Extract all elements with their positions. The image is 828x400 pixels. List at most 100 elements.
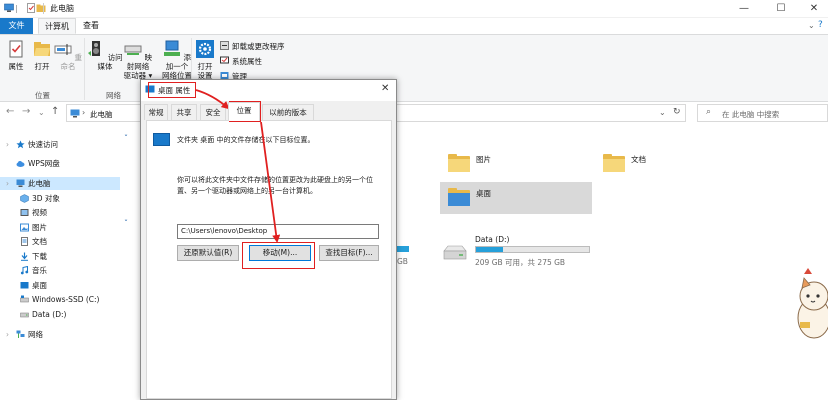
network-icon — [16, 330, 25, 338]
add-network-location-button[interactable]: 添加一个 网络位置 — [160, 40, 194, 80]
drive-usage-fill — [476, 247, 504, 252]
window-title: 此电脑 — [50, 4, 74, 13]
sidebar-item-windows-ssd[interactable]: Windows-SSD (C:) — [0, 293, 120, 306]
address-dropdown-icon[interactable]: ⌄ — [659, 108, 666, 117]
sidebar-item-label: 图片 — [32, 223, 47, 232]
search-box[interactable]: ⌕ 在 此电脑 中搜索 — [697, 104, 828, 122]
music-note-icon — [20, 266, 29, 275]
mascot-cat-image — [797, 268, 828, 339]
map-network-drive-button[interactable]: 映射网络 驱动器 ▾ — [121, 40, 155, 80]
computer-icon — [70, 109, 80, 118]
sidebar-item-network[interactable]: › 网络 — [0, 328, 120, 341]
tab-security[interactable]: 安全 — [200, 104, 226, 120]
sidebar-item-label: 视频 — [32, 208, 47, 217]
access-media-button[interactable]: 访问媒体 — [87, 40, 123, 71]
sidebar-item-label: 音乐 — [32, 266, 47, 275]
uninstall-programs-button[interactable]: 卸载或更改程序 — [220, 41, 285, 52]
sidebar-item-music[interactable]: 音乐 — [0, 264, 120, 277]
folder-label: 文档 — [631, 155, 646, 164]
refresh-icon[interactable]: ↻ — [673, 107, 681, 117]
up-arrow-icon[interactable]: ↑ — [51, 106, 59, 117]
system-properties-button[interactable]: 系统属性 — [220, 56, 262, 67]
minimize-button[interactable]: — — [730, 0, 758, 18]
drive-name: Data (D:) — [475, 235, 510, 244]
close-button[interactable]: ✕ — [800, 0, 828, 18]
sidebar-item-videos[interactable]: 视频 — [0, 206, 120, 219]
group-collapse-icon[interactable]: ˇ — [124, 134, 128, 143]
open-settings-button[interactable]: 打开 设置 — [194, 40, 216, 80]
folder-icon — [603, 154, 625, 172]
computer-icon — [4, 3, 14, 12]
dialog-close-button[interactable]: ✕ — [381, 83, 389, 94]
annotation-box-dialog-title — [148, 82, 196, 98]
uninstall-label: 卸载或更改程序 — [232, 42, 285, 51]
tab-previous-versions[interactable]: 以前的版本 — [262, 104, 314, 120]
tab-view[interactable]: 查看 — [78, 18, 104, 34]
drive-space-partial: GB — [397, 257, 408, 266]
properties-button[interactable]: 属性 — [4, 40, 28, 71]
sidebar-item-this-pc[interactable]: › 此电脑 — [0, 177, 120, 190]
desktop-properties-dialog: 桌面 属性 ✕ 常规 共享 安全 位置 以前的版本 文件夹 桌面 中的文件存储在… — [140, 79, 397, 400]
back-arrow-icon[interactable]: ← — [6, 106, 14, 117]
forward-arrow-icon[interactable]: → — [22, 106, 30, 117]
sidebar-item-desktop[interactable]: 桌面 — [0, 279, 120, 292]
tab-sharing[interactable]: 共享 — [171, 104, 197, 120]
folder-item-documents[interactable]: 文档 — [595, 150, 745, 180]
title-separator — [43, 3, 44, 14]
ribbon: 属性 打开 重命名 位置 访问媒体 映射网络 驱动器 ▾ 添加一个 网络位置 网… — [0, 34, 828, 102]
sidebar-item-data-drive[interactable]: Data (D:) — [0, 308, 120, 321]
folder-item-pictures[interactable]: 图片 — [440, 150, 590, 180]
collapse-chevron-icon[interactable]: › — [6, 138, 9, 151]
title-bar: | 此电脑 — ☐ ✕ — [0, 0, 828, 18]
desktop-icon — [20, 282, 29, 289]
properties-quick-icon[interactable] — [26, 3, 36, 13]
tab-general[interactable]: 常规 — [144, 104, 168, 120]
find-target-button[interactable]: 查找目标(F)... — [319, 245, 379, 261]
sidebar-item-label: 网络 — [28, 330, 43, 339]
location-path-input[interactable]: C:\Users\lenovo\Desktop — [177, 224, 379, 239]
help-icon[interactable]: ? — [818, 20, 823, 30]
tab-file[interactable]: 文件 — [0, 18, 33, 34]
sidebar-item-3d-objects[interactable]: 3D 对象 — [0, 192, 120, 205]
sidebar-item-downloads[interactable]: 下载 — [0, 250, 120, 263]
sidebar-item-pictures[interactable]: 图片 — [0, 221, 120, 234]
sidebar-item-documents[interactable]: 文档 — [0, 235, 120, 248]
group-collapse-icon[interactable]: ˇ — [124, 219, 128, 228]
drive-icon — [20, 295, 29, 303]
drive-space-text: 209 GB 可用，共 275 GB — [475, 258, 566, 267]
tab-computer[interactable]: 计算机 — [38, 18, 76, 34]
sidebar-item-wps-cloud[interactable]: WPS网盘 — [0, 157, 120, 170]
folder-item-desktop[interactable]: 桌面 — [440, 182, 592, 214]
desktop-icon — [153, 133, 170, 146]
breadcrumb-path[interactable]: 此电脑 — [90, 109, 113, 120]
ribbon-expand-icon[interactable]: ⌄ — [808, 21, 815, 30]
annotation-box-move-button — [242, 242, 315, 269]
recent-dropdown-icon[interactable]: ⌄ — [38, 108, 45, 117]
sidebar-item-label: Data (D:) — [32, 310, 67, 319]
quick-access-dropdown-icon[interactable]: | — [15, 4, 18, 13]
properties-icon — [9, 40, 23, 58]
properties-label: 属性 — [8, 62, 24, 71]
ribbon-separator — [84, 38, 85, 100]
tab-location[interactable]: 位置 — [228, 102, 260, 121]
new-folder-quick-icon[interactable] — [36, 3, 46, 13]
collapse-chevron-icon[interactable]: › — [6, 177, 9, 190]
sidebar-item-label: 3D 对象 — [32, 194, 60, 203]
open-button[interactable]: 打开 — [30, 40, 54, 71]
maximize-button[interactable]: ☐ — [767, 0, 795, 18]
network-group-label: 网络 — [106, 91, 121, 100]
sidebar-item-quick-access[interactable]: › 快速访问 — [0, 138, 120, 151]
rename-button[interactable]: 重命名 — [54, 40, 82, 71]
cloud-icon — [16, 161, 25, 167]
navigation-bar: ← → ⌄ ↑ › 此电脑 ⌄ ↻ ⌕ 在 此电脑 中搜索 — [0, 102, 828, 124]
collapse-chevron-icon[interactable]: › — [6, 328, 9, 341]
open-label: 打开 — [34, 62, 50, 71]
breadcrumb-chevron-icon[interactable]: › — [82, 108, 85, 117]
ribbon-tab-bar: 文件 计算机 查看 ⌄ ? — [0, 18, 828, 34]
rename-icon — [54, 44, 72, 55]
drive-item-data[interactable]: Data (D:) 209 GB 可用，共 275 GB — [440, 234, 600, 272]
restore-default-button[interactable]: 还原默认值(R) — [177, 245, 239, 261]
computer-icon — [16, 179, 25, 187]
location-info-text: 你可以将此文件夹中文件存储的位置更改为此硬盘上的另一个位置、另一个驱动器或网络上… — [177, 176, 373, 195]
uninstall-icon — [220, 41, 229, 50]
